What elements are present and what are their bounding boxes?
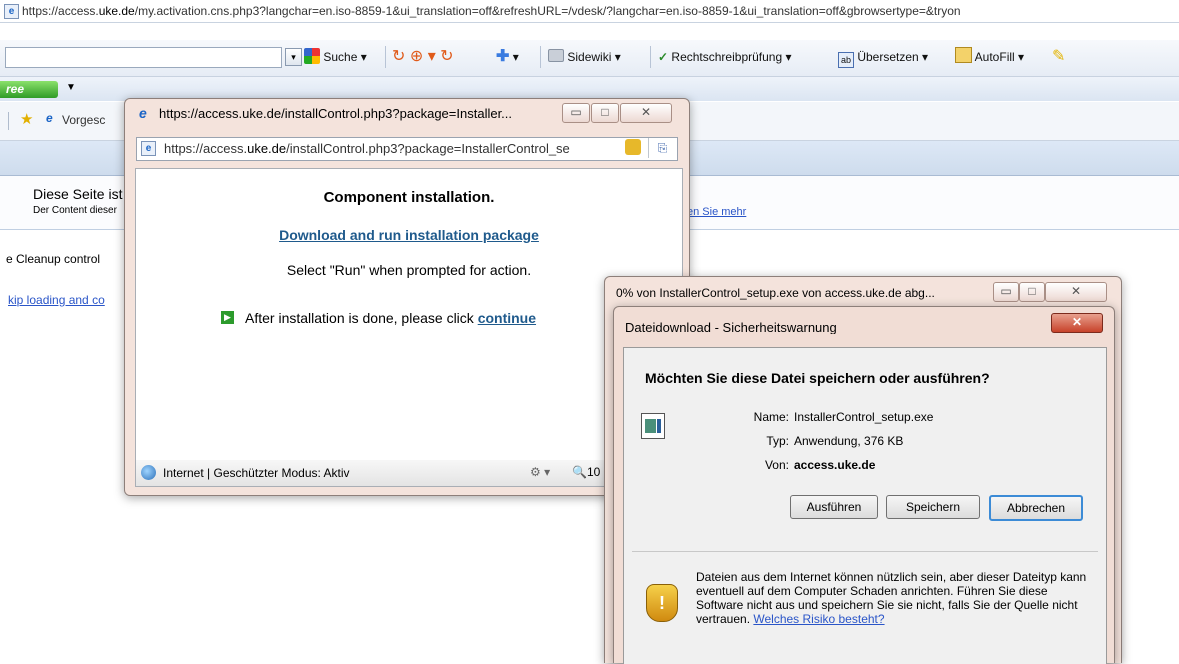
combo-dropdown-button[interactable]: ▾ bbox=[285, 48, 302, 66]
component-heading: Component installation. bbox=[323, 189, 495, 206]
shield-warning-icon: ! bbox=[646, 584, 678, 622]
highlighter-icon[interactable]: ✎ bbox=[1052, 47, 1065, 67]
from-value: access.uke.de bbox=[794, 458, 876, 472]
info-bar-subtitle: Der Content dieser bbox=[33, 205, 117, 216]
progress-title: 0% von InstallerControl_setup.exe von ac… bbox=[616, 286, 935, 300]
security-warning-dialog[interactable]: Dateidownload - Sicherheitswarnung ✕ Möc… bbox=[613, 306, 1115, 664]
progress-maximize-button[interactable]: □ bbox=[1019, 282, 1045, 302]
minimize-button[interactable]: ▭ bbox=[562, 103, 590, 123]
info-bar-title: Diese Seite ist bbox=[33, 186, 123, 202]
name-label: Name: bbox=[753, 410, 789, 424]
arrow-right-icon: ▶ bbox=[221, 311, 234, 324]
dropdown-arrow-icon[interactable]: ▼ bbox=[66, 82, 76, 93]
popup-url-domain: uke.de bbox=[247, 141, 287, 156]
search-combobox[interactable] bbox=[5, 47, 282, 68]
progress-minimize-button[interactable]: ▭ bbox=[993, 282, 1019, 302]
popup-content: Component installation. Download and run… bbox=[135, 168, 683, 461]
skip-loading-link[interactable]: kip loading and co bbox=[8, 293, 105, 307]
blank-strip bbox=[0, 23, 1179, 39]
download-link[interactable]: Download and run installation package bbox=[136, 227, 682, 243]
favorites-suggested-label[interactable]: Vorgesc bbox=[62, 113, 105, 127]
run-button[interactable]: Ausführen bbox=[790, 495, 878, 519]
from-label: Von: bbox=[764, 458, 789, 472]
google-icon bbox=[304, 48, 320, 64]
address-bar[interactable]: e https://access.uke.de/my.activation.cn… bbox=[0, 0, 1179, 23]
status-bar: Internet | Geschützter Modus: Aktiv ⚙ ▾ … bbox=[135, 460, 683, 487]
url-domain: uke.de bbox=[98, 4, 135, 18]
autofill-button[interactable]: AutoFill ▾ bbox=[955, 47, 1024, 67]
spellcheck-icon: ✓ bbox=[658, 50, 669, 64]
sidewiki-label: Sidewiki bbox=[567, 50, 612, 64]
search-button[interactable]: Suche ▾ bbox=[304, 47, 367, 67]
dialog-question: Möchten Sie diese Datei speichern oder a… bbox=[645, 370, 990, 386]
page-icon: e bbox=[4, 4, 19, 19]
popup-url-prefix: https://access. bbox=[164, 141, 248, 156]
security-zone-icon[interactable]: ⚙ ▾ bbox=[530, 465, 550, 479]
continue-link[interactable]: continue bbox=[478, 310, 536, 326]
type-label: Typ: bbox=[766, 434, 789, 448]
autofill-icon bbox=[955, 47, 972, 63]
warning-text: Dateien aus dem Internet können nützlich… bbox=[696, 570, 1090, 626]
dialog-close-button[interactable]: ✕ bbox=[1051, 313, 1103, 333]
dialog-titlebar[interactable]: Dateidownload - Sicherheitswarnung bbox=[614, 307, 1114, 334]
speech-bubble-icon bbox=[548, 49, 564, 62]
maximize-button[interactable]: □ bbox=[591, 103, 619, 123]
free-label: ree bbox=[6, 82, 25, 96]
cleanup-text: e Cleanup control bbox=[6, 252, 101, 266]
instruction-text: Select "Run" when prompted for action. bbox=[286, 262, 532, 278]
ie-logo-icon: e bbox=[139, 105, 147, 121]
translate-icon: ab bbox=[838, 52, 854, 68]
autofill-label: AutoFill bbox=[974, 50, 1015, 64]
sidewiki-button[interactable]: Sidewiki ▾ bbox=[548, 47, 621, 67]
url-prefix: https://access. bbox=[22, 4, 99, 18]
type-value: Anwendung, 376 KB bbox=[794, 434, 904, 448]
address-url: https://access.uke.de/my.activation.cns.… bbox=[22, 4, 961, 18]
page-icon: e bbox=[141, 141, 156, 156]
popup-address-bar[interactable]: e https://access.uke.de/installControl.p… bbox=[136, 137, 678, 161]
compat-view-icon[interactable]: ⎘ bbox=[648, 138, 676, 158]
dialog-title: Dateidownload - Sicherheitswarnung bbox=[625, 320, 837, 334]
divider bbox=[632, 551, 1098, 552]
lock-icon[interactable] bbox=[625, 139, 641, 155]
risk-link[interactable]: Welches Risiko besteht? bbox=[753, 612, 884, 626]
learn-more-link[interactable]: en Sie mehr bbox=[687, 206, 746, 218]
free-button[interactable]: ree bbox=[0, 81, 58, 98]
progress-close-button[interactable]: ✕ bbox=[1045, 282, 1107, 302]
translate-label: Übersetzen bbox=[857, 50, 919, 64]
save-button[interactable]: Speichern bbox=[886, 495, 980, 519]
ie-page-icon: e bbox=[46, 111, 53, 125]
favorites-star-icon[interactable]: ★ bbox=[20, 110, 33, 128]
spellcheck-label: Rechtschreibprüfung bbox=[671, 50, 783, 64]
translate-button[interactable]: ab Übersetzen ▾ bbox=[838, 47, 928, 68]
popup-url: https://access.uke.de/installControl.php… bbox=[164, 141, 570, 156]
zoom-value: 10 bbox=[586, 465, 601, 479]
status-text: Internet | Geschützter Modus: Aktiv bbox=[163, 466, 350, 480]
globe-icon bbox=[141, 465, 156, 480]
zoom-control[interactable]: 🔍10 bbox=[572, 465, 600, 479]
url-rest: /my.activation.cns.php3?langchar=en.iso-… bbox=[134, 4, 961, 18]
plus-icon[interactable]: ✚ ▾ bbox=[496, 47, 519, 67]
dialog-body: Möchten Sie diese Datei speichern oder a… bbox=[623, 347, 1107, 664]
popup-title: https://access.uke.de/installControl.php… bbox=[159, 106, 513, 121]
after-install-label: After installation is done, please click bbox=[245, 310, 474, 326]
close-button[interactable]: ✕ bbox=[620, 103, 672, 123]
name-value: InstallerControl_setup.exe bbox=[794, 410, 934, 424]
cancel-button[interactable]: Abbrechen bbox=[989, 495, 1083, 521]
search-label: Suche bbox=[323, 50, 358, 64]
after-install-text: After installation is done, please click… bbox=[245, 310, 536, 326]
toolbar-icon-1[interactable]: ↻ ⊕ ▾ ↻ bbox=[392, 47, 454, 67]
popup-url-rest: /installControl.php3?package=InstallerCo… bbox=[286, 141, 570, 156]
spellcheck-button[interactable]: ✓ Rechtschreibprüfung ▾ bbox=[658, 47, 792, 67]
separator bbox=[8, 112, 9, 130]
